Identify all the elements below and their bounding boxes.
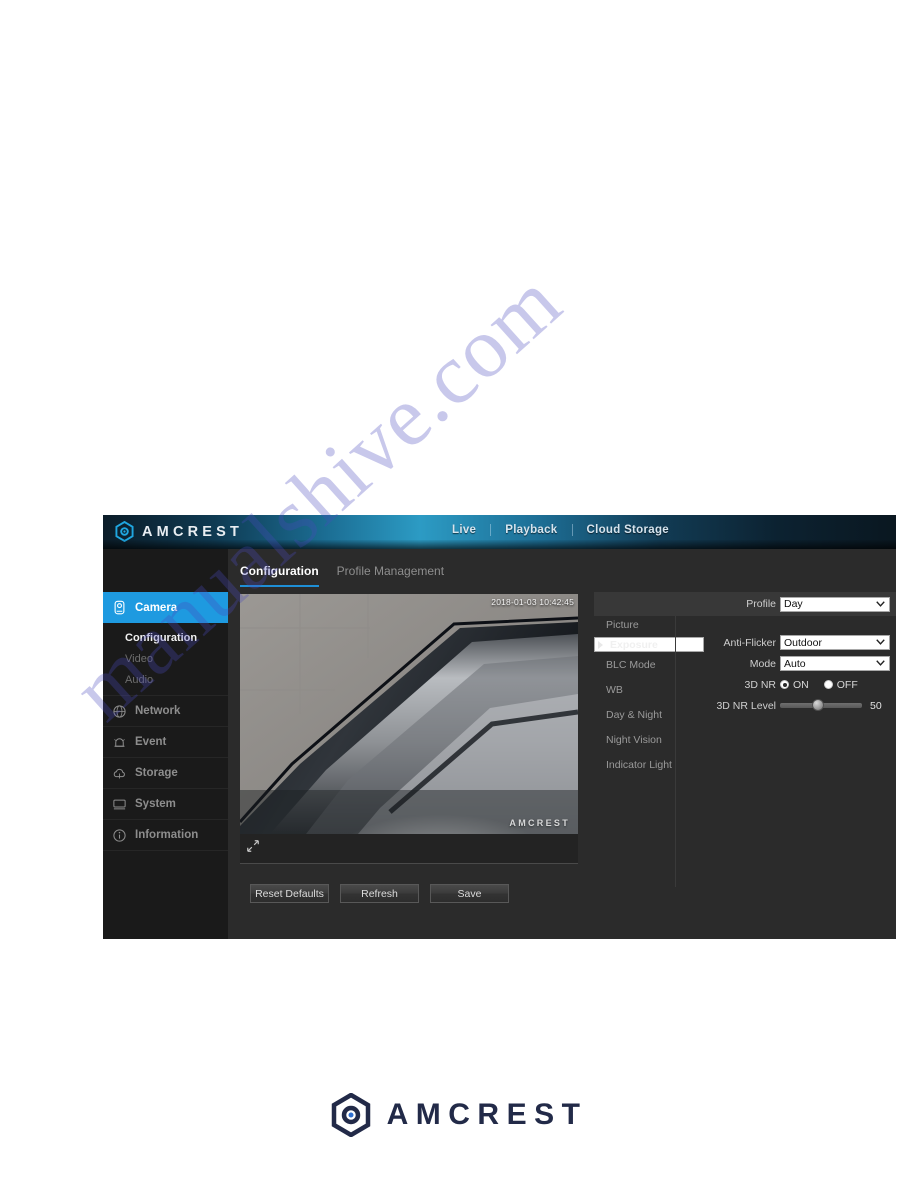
sidebar-item-label: Information: [135, 829, 199, 841]
brand-name: AMCREST: [142, 523, 244, 540]
refresh-button[interactable]: Refresh: [340, 884, 419, 903]
sidebar-item-storage[interactable]: Storage: [103, 758, 228, 789]
3d-nr-level-value: 50: [870, 699, 882, 712]
slider-knob[interactable]: [811, 699, 824, 711]
3d-nr-row: 3D NR ON OFF: [594, 674, 896, 695]
camera-web-ui: AMCREST Live Playback Cloud Storage Came…: [103, 515, 896, 939]
3d-nr-on-label: ON: [793, 678, 809, 691]
profile-value: Day: [784, 598, 803, 610]
3d-nr-level-row: 3D NR Level 50: [594, 695, 896, 716]
profile-label: Profile: [746, 598, 776, 610]
video-column: 2018-01-03 10:42:45 AMCREST Reset Defaul…: [240, 594, 578, 903]
footer-brand: AMCREST: [0, 1093, 918, 1137]
tab-bar: Configuration Profile Management: [228, 549, 896, 592]
profile-select[interactable]: Day: [780, 596, 890, 612]
slider-track[interactable]: [780, 699, 862, 711]
sidebar-item-label: Event: [135, 736, 167, 748]
mode-value: Auto: [784, 657, 806, 670]
3d-nr-level-label: 3D NR Level: [716, 699, 776, 712]
camera-subnav: Configuration Video Audio: [103, 623, 228, 696]
video-still-image: [240, 594, 578, 834]
event-bell-icon: [111, 734, 128, 751]
submenu-label: Indicator Light: [606, 758, 672, 771]
storage-cloud-icon: [111, 765, 128, 782]
sidebar-subitem-video[interactable]: Video: [103, 648, 228, 669]
sidebar-item-label: System: [135, 798, 176, 810]
chevron-down-icon: [876, 639, 885, 645]
sidebar-item-label: Network: [135, 705, 181, 717]
sidebar-subitem-configuration[interactable]: Configuration: [103, 627, 228, 648]
reset-defaults-button[interactable]: Reset Defaults: [250, 884, 329, 903]
footer-brand-name: AMCREST: [386, 1098, 588, 1131]
page-root: manualshive.com AMCREST Live Playback Cl…: [0, 0, 918, 1188]
3d-nr-off-label: OFF: [836, 678, 858, 691]
sidebar-top-spacer: [103, 549, 228, 592]
sidebar-item-label: Storage: [135, 767, 178, 779]
amcrest-hexagon-logo-icon: [331, 1093, 370, 1137]
information-icon: [111, 827, 128, 844]
chevron-down-icon: [876, 660, 885, 666]
anti-flicker-label: Anti-Flicker: [723, 636, 776, 649]
save-button[interactable]: Save: [430, 884, 509, 903]
nav-cloud-storage[interactable]: Cloud Storage: [573, 524, 684, 536]
3d-nr-radio-off[interactable]: [823, 680, 833, 689]
exposure-form: Profile Day Anti-Flicker Outdoor Mode Au…: [594, 592, 896, 716]
video-toolbar: [240, 834, 578, 864]
sidebar-item-camera[interactable]: Camera: [103, 592, 246, 623]
tab-profile-management[interactable]: Profile Management: [337, 564, 444, 587]
network-globe-icon: [111, 703, 128, 720]
submenu-item-indicator-light[interactable]: Indicator Light: [594, 752, 674, 777]
sidebar-item-system[interactable]: System: [103, 789, 228, 820]
app-header: AMCREST Live Playback Cloud Storage: [103, 515, 896, 549]
video-watermark-brand: AMCREST: [509, 818, 570, 828]
top-navigation: Live Playback Cloud Storage: [438, 524, 683, 536]
sidebar: Camera Configuration Video Audio Network…: [103, 549, 246, 939]
sidebar-item-label: Camera: [135, 601, 178, 614]
anti-flicker-row: Anti-Flicker Outdoor: [594, 632, 896, 653]
chevron-down-icon: [876, 600, 885, 607]
3d-nr-level-slider[interactable]: 50: [780, 699, 890, 712]
sidebar-item-network[interactable]: Network: [103, 696, 228, 727]
camera-icon: [111, 599, 128, 616]
sidebar-item-event[interactable]: Event: [103, 727, 228, 758]
app-body: Camera Configuration Video Audio Network…: [103, 549, 896, 939]
tab-configuration[interactable]: Configuration: [240, 564, 319, 587]
video-preview[interactable]: 2018-01-03 10:42:45 AMCREST: [240, 594, 578, 834]
submenu-item-night-vision[interactable]: Night Vision: [594, 727, 674, 752]
content-pane: Configuration Profile Management 2018-01…: [228, 549, 896, 939]
sidebar-subitem-audio[interactable]: Audio: [103, 669, 228, 690]
3d-nr-radio-on[interactable]: [780, 680, 789, 689]
anti-flicker-value: Outdoor: [784, 636, 822, 649]
video-timestamp: 2018-01-03 10:42:45: [491, 597, 574, 607]
mode-row: Mode Auto: [594, 653, 896, 674]
profile-row: Profile Day: [594, 592, 896, 616]
3d-nr-radio-group: ON OFF: [780, 679, 890, 691]
settings-pane: 2018-01-03 10:42:45 AMCREST Reset Defaul…: [228, 592, 896, 939]
mode-select[interactable]: Auto: [780, 656, 890, 671]
brand: AMCREST: [115, 521, 243, 542]
anti-flicker-select[interactable]: Outdoor: [780, 635, 890, 650]
nav-playback[interactable]: Playback: [491, 524, 571, 536]
amcrest-hexagon-logo-icon: [115, 521, 134, 542]
nav-live[interactable]: Live: [438, 524, 490, 536]
sidebar-item-information[interactable]: Information: [103, 820, 228, 851]
expand-fullscreen-icon[interactable]: [246, 839, 260, 858]
submenu-label: Night Vision: [606, 733, 662, 746]
system-monitor-icon: [111, 796, 128, 813]
mode-label: Mode: [749, 657, 776, 670]
action-buttons: Reset Defaults Refresh Save: [250, 884, 509, 903]
3d-nr-label: 3D NR: [744, 678, 776, 691]
